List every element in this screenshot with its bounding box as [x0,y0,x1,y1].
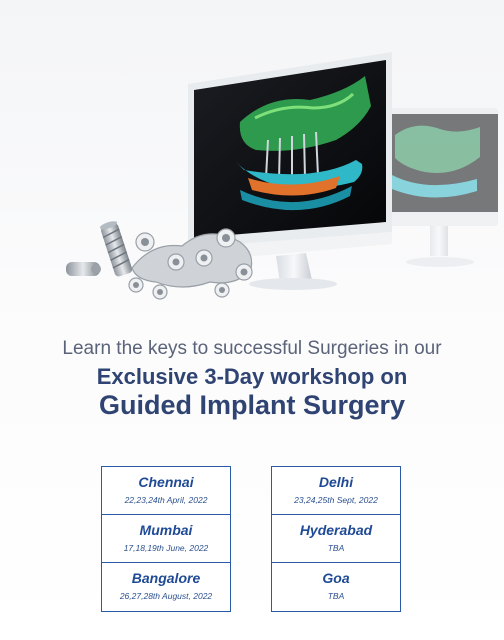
workshop-date: TBA [327,543,345,553]
headline-intro: Learn the keys to successful Surgeries i… [62,338,442,359]
workshop-date: TBA [327,591,345,601]
headline-title: Guided Implant Surgery [98,390,406,420]
city-name: Delhi [318,474,354,490]
schedule-cell: Hyderabad TBA [272,515,400,563]
hero-illustration [0,0,504,320]
workshop-date: 22,23,24th April, 2022 [124,495,208,505]
implant-screw [99,221,133,277]
workshop-date: 17,18,19th June, 2022 [123,543,209,553]
workshop-date: 23,24,25th Sept, 2022 [294,495,378,505]
city-name: Mumbai [139,522,193,538]
city-name: Goa [322,570,350,586]
city-name: Chennai [138,474,194,490]
schedule-column-right: Delhi 23,24,25th Sept, 2022 Hyderabad TB… [271,466,401,612]
implant-abutment [66,262,101,276]
schedule-cell: Mumbai 17,18,19th June, 2022 [102,515,230,563]
schedule-cell: Bangalore 26,27,28th August, 2022 [102,563,230,611]
headline-workshop: Exclusive 3-Day workshop on [96,364,408,389]
workshop-date: 26,27,28th August, 2022 [119,591,213,601]
city-name: Bangalore [131,570,201,586]
schedule-cell: Chennai 22,23,24th April, 2022 [102,467,230,515]
schedule-column-left: Chennai 22,23,24th April, 2022 Mumbai 17… [101,466,231,612]
secondary-monitor [380,108,498,267]
schedule-cell: Goa TBA [272,563,400,611]
schedule-cell: Delhi 23,24,25th Sept, 2022 [272,467,400,515]
city-name: Hyderabad [299,522,373,538]
surgical-guide [128,228,253,300]
